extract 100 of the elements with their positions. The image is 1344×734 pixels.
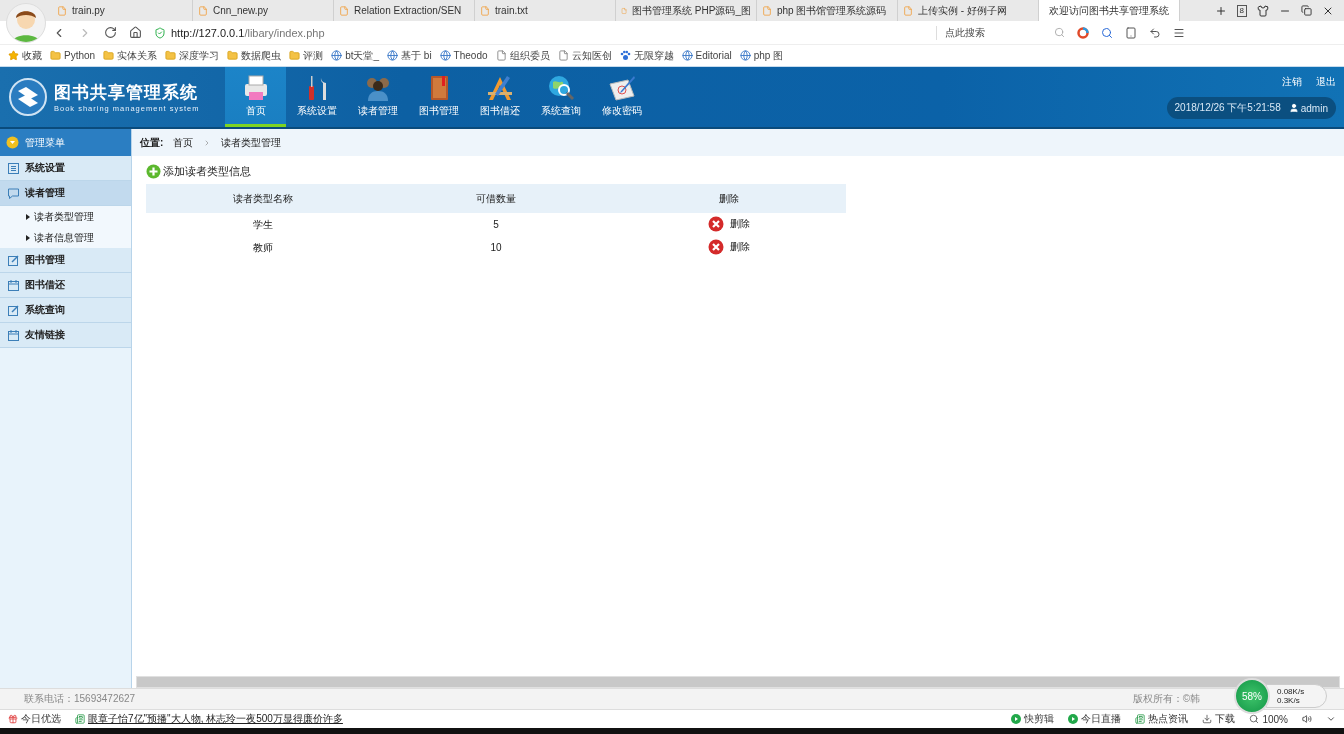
status-item[interactable]: 今日优选 [21,712,61,726]
list-icon [8,162,19,174]
globe-icon [331,50,343,61]
shield-icon [154,26,166,39]
sidebar-item[interactable]: 读者管理 [0,181,131,206]
footer-phone: 联系电话：15693472627 [24,692,136,706]
caret-icon[interactable] [1326,714,1336,724]
chat-icon [8,187,19,199]
page-icon [480,5,490,16]
bookmark[interactable]: 评测 [289,48,324,63]
bookmark[interactable]: php 图 [739,48,784,63]
globe-icon [387,50,399,61]
edit-icon [8,304,19,316]
sidebar-subitem[interactable]: 读者类型管理 [0,206,131,227]
delete-icon [708,215,725,232]
restore-icon[interactable] [1301,5,1312,16]
play-icon [1068,714,1079,724]
news-link[interactable]: 眼章子怡7亿"预播"大人物, 林志玲一夜500万显得廉价许多 [88,712,343,726]
browser-logo-icon[interactable] [1077,26,1089,39]
refresh-icon[interactable] [104,26,117,39]
nav-item[interactable]: 修改密码 [591,67,652,127]
page-icon [903,5,913,16]
bookmark[interactable]: 无限穿越 [619,48,674,63]
user-icon [1288,103,1299,113]
nav-item[interactable]: 系统查询 [530,67,591,127]
bookmark[interactable]: 实体关系 [103,48,158,63]
sidebar-item[interactable]: 图书管理 [0,248,131,273]
nav-item[interactable]: 图书借还 [469,67,530,127]
bookmark[interactable]: Editorial [681,50,732,61]
datetime: 2018/12/26 下午5:21:58 [1174,101,1281,115]
download-speed: 0.3K/s [1277,696,1301,705]
page-icon [557,50,569,61]
scrollbar[interactable] [136,676,1340,688]
sidebar-title: 管理菜单 [0,129,131,156]
skin-icon[interactable] [1257,4,1269,17]
zoom-icon [1249,714,1260,724]
browser-tab[interactable]: 欢迎访问图书共享管理系统 [1039,0,1180,21]
delete-link[interactable]: 删除 [708,238,751,255]
status-item[interactable]: 下载 [1202,712,1236,726]
column-header: 可借数量 [379,184,613,213]
tablet-icon[interactable] [1125,26,1137,39]
sidebar-item[interactable]: 系统查询 [0,298,131,323]
bookmark[interactable]: 云知医创 [557,48,612,63]
address-field[interactable]: http://127.0.0.1/libary/index.php [154,26,924,39]
globe-icon [739,50,751,61]
bookmark[interactable]: Python [50,50,96,61]
menu-icon[interactable] [1173,26,1185,39]
nav-item[interactable]: 首页 [225,67,286,127]
breadcrumb-item: 读者类型管理 [221,135,282,150]
add-link[interactable]: 添加读者类型信息 [146,162,1330,180]
table-cell-text: 10 [489,241,503,255]
status-item[interactable]: 快剪辑 [1011,712,1055,726]
page-icon [762,5,772,16]
search-icon[interactable] [1101,26,1113,39]
delete-icon [708,238,725,255]
bookmark[interactable]: 深度学习 [165,48,220,63]
bookmark[interactable]: 数据爬虫 [227,48,282,63]
folder-icon [227,50,239,61]
undo-icon[interactable] [1149,26,1161,39]
bullet-icon [26,213,30,220]
volume-icon[interactable] [1302,714,1312,724]
nav-item[interactable]: 系统设置 [286,67,347,127]
nav-item[interactable]: 读者管理 [347,67,408,127]
footer-copyright: 版权所有：©韩 [1132,692,1200,706]
nav-item[interactable]: 图书管理 [408,67,469,127]
home-icon[interactable] [129,26,142,39]
bookmark[interactable]: 组织委员 [495,48,550,63]
folder-icon [50,50,61,61]
page-icon [495,50,507,61]
download-icon [1202,714,1213,724]
sidebar-item[interactable]: 友情链接 [0,323,131,348]
calendar-icon [8,279,19,291]
bookmark[interactable]: Theodo [439,50,488,61]
bookmark[interactable]: 基于 bi [387,48,432,63]
breadcrumb-item[interactable]: 首页 [173,135,194,150]
tab-count[interactable]: 8 [1236,4,1247,17]
folder-icon [165,50,177,61]
sidebar-item[interactable]: 图书借还 [0,273,131,298]
sidebar-item[interactable]: 系统设置 [0,156,131,181]
star-icon [8,50,19,61]
globe-icon [439,50,451,61]
delete-link[interactable]: 删除 [708,215,751,232]
header-link[interactable]: 退出 [1316,75,1336,89]
status-item[interactable]: 热点资讯 [1135,712,1189,726]
search-icon [1054,27,1065,38]
bookmark[interactable]: 收藏 [8,48,42,63]
caret-icon [6,136,19,149]
status-item[interactable]: 100% [1249,713,1288,725]
header-link[interactable]: 注销 [1282,75,1302,89]
folder-icon [103,50,115,61]
news-icon [1135,714,1146,724]
bookmark[interactable]: bt天堂_ [331,48,380,63]
search-field[interactable]: 点此搜索 [936,25,1065,40]
paw-icon [619,50,631,61]
page-icon [198,5,208,16]
status-item[interactable]: 今日直播 [1068,712,1122,726]
column-header: 删除 [612,184,846,213]
sidebar-subitem[interactable]: 读者信息管理 [0,227,131,248]
page-icon [339,5,349,16]
new-tab-icon[interactable] [1214,4,1227,17]
